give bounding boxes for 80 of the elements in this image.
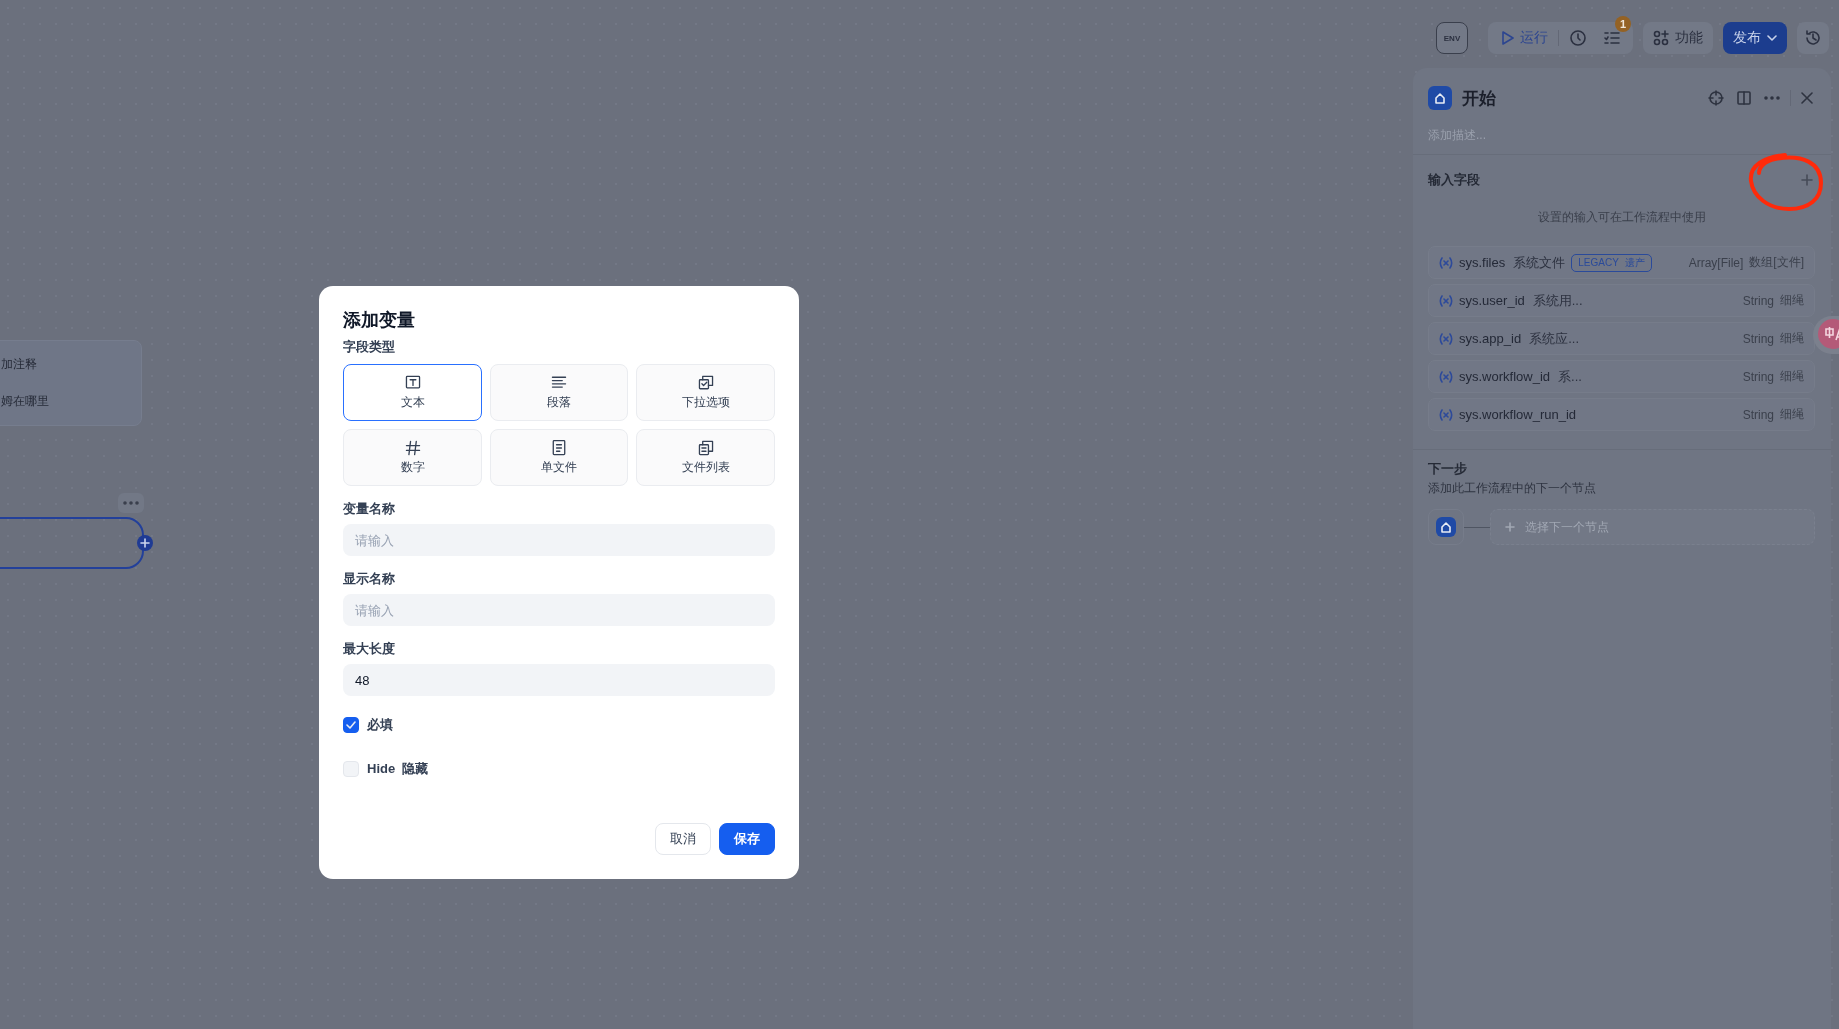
checked-copy-icon: [696, 374, 715, 392]
close-icon: [1801, 92, 1813, 104]
note-text: 加注释: [1, 356, 38, 373]
documents-icon: [696, 439, 715, 457]
close-button[interactable]: [1799, 90, 1815, 106]
features-button[interactable]: 功能: [1643, 22, 1713, 54]
tag-text: 遗产: [1624, 255, 1645, 270]
more-icon: [1764, 96, 1780, 100]
translate-icon[interactable]: [1813, 316, 1839, 354]
plus-icon: [1801, 174, 1813, 186]
hash-icon: [403, 439, 422, 457]
field-label: 字段类型: [343, 338, 396, 356]
variable-type: String: [1742, 407, 1774, 422]
field-type-option[interactable]: 文本: [343, 364, 482, 421]
panel-title: 开始: [1462, 87, 1496, 110]
field-type-option[interactable]: 单文件: [490, 429, 628, 486]
variable-name: sys.user_id: [1459, 293, 1525, 308]
checkbox-label: 必填: [367, 716, 393, 734]
publish-button[interactable]: 发布: [1723, 22, 1787, 54]
layout-button[interactable]: [1734, 88, 1754, 108]
variable-label: 系统用...: [1532, 291, 1583, 310]
plus-icon: [1505, 522, 1515, 532]
more-icon: [123, 501, 139, 505]
count-badge: 1: [1615, 16, 1631, 32]
variable-label: 系...: [1558, 367, 1582, 386]
plus-icon: [140, 538, 150, 548]
variable-name: sys.workflow_id: [1459, 369, 1551, 384]
variable-name: sys.files: [1459, 255, 1506, 270]
add-node-button[interactable]: [137, 535, 153, 551]
input-field[interactable]: 请输入: [343, 524, 775, 556]
variable-icon: [1439, 370, 1453, 383]
field-type-option[interactable]: 下拉选项: [636, 364, 775, 421]
checklist-icon: [1603, 29, 1621, 47]
variable-type: String: [1742, 369, 1774, 384]
add-field-button[interactable]: [1799, 172, 1815, 188]
section-title: 输入字段: [1428, 171, 1480, 189]
version-history-button[interactable]: [1797, 22, 1829, 54]
checkbox[interactable]: [343, 717, 359, 733]
variable-type: String: [1742, 293, 1774, 308]
connector-line: [1464, 526, 1490, 528]
variable-name: sys.workflow_run_id: [1459, 407, 1577, 422]
cancel-button[interactable]: 取消: [655, 823, 711, 855]
field-type-option[interactable]: 段落: [490, 364, 628, 421]
field-type-option[interactable]: 数字: [343, 429, 482, 486]
house-glyph-icon: [1434, 92, 1446, 104]
play-icon: [1500, 30, 1514, 46]
chevron-down-icon: [1767, 34, 1777, 42]
checkbox-label: Hide 隐藏: [367, 760, 429, 778]
save-button[interactable]: 保存: [719, 823, 775, 855]
variable-type: Array[File]: [1688, 255, 1744, 270]
locate-button[interactable]: [1706, 88, 1726, 108]
section-title: 下一步: [1427, 460, 1468, 478]
tag-text: LEGACY: [1578, 257, 1619, 268]
document-icon: [550, 439, 568, 457]
book-icon: [1736, 90, 1752, 106]
variable-icon: [1439, 408, 1453, 421]
more-button[interactable]: [118, 493, 144, 513]
variable-icon: [1439, 294, 1453, 307]
field-label: 显示名称: [343, 570, 396, 588]
note-text: 姆在哪里: [1, 393, 50, 410]
dialog-title: 添加变量: [343, 309, 416, 332]
field-type-option[interactable]: 文件列表: [636, 429, 775, 486]
field-label: 变量名称: [343, 500, 396, 518]
check-icon: [346, 721, 356, 729]
history-icon: [1804, 29, 1822, 47]
more-button[interactable]: [1762, 94, 1782, 102]
variable-name: sys.app_id: [1459, 331, 1522, 346]
field-label: 最大长度: [343, 640, 396, 658]
text-icon: [403, 374, 422, 392]
variable-icon: [1439, 332, 1453, 345]
apps-icon: [1653, 30, 1669, 46]
variable-icon: [1439, 256, 1453, 269]
env-button[interactable]: ENV: [1436, 22, 1468, 54]
input-field[interactable]: 48: [343, 664, 775, 696]
clock-icon: [1569, 29, 1587, 47]
variable-type: String: [1742, 331, 1774, 346]
variable-label: 系统应...: [1529, 329, 1579, 348]
crosshair-icon: [1708, 90, 1724, 106]
input-field[interactable]: 请输入: [343, 594, 775, 626]
variable-label: 系统文件: [1513, 253, 1566, 272]
